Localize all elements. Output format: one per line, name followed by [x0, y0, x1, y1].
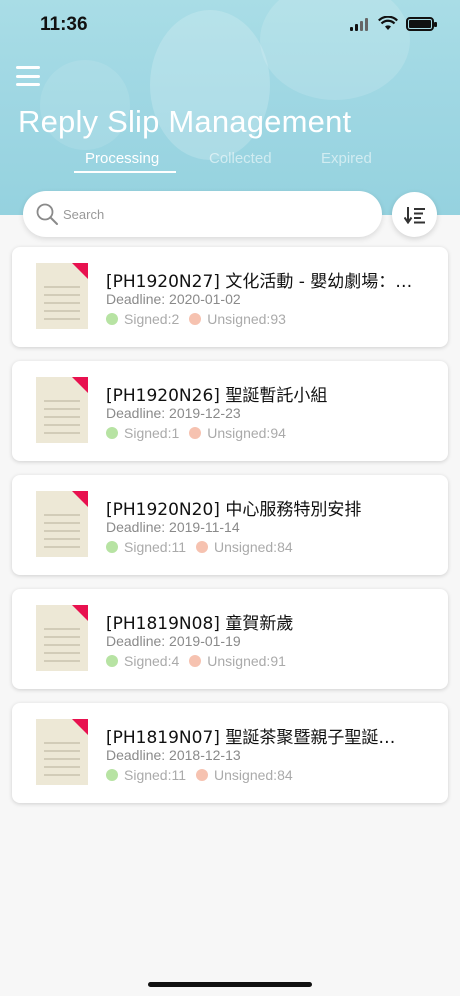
deadline-value: 2019-01-19	[169, 633, 241, 649]
signed-dot-icon	[106, 541, 118, 553]
page-title: Reply Slip Management	[18, 104, 352, 139]
header-banner: 11:36 Reply Slip Management Processing C…	[0, 0, 460, 215]
tab-expired[interactable]: Expired	[321, 150, 372, 167]
reply-slip-card[interactable]: [PH1920N26] 聖誕暫託小組 Deadline: 2019-12-23 …	[12, 361, 448, 461]
menu-button[interactable]	[16, 66, 40, 86]
signed-count: 2	[171, 311, 180, 327]
signed-count: 1	[171, 425, 180, 441]
deadline-value: 2019-11-14	[169, 519, 240, 535]
signed-label: Signed:	[124, 539, 172, 555]
sort-icon	[403, 206, 425, 224]
search-bar[interactable]	[23, 191, 382, 237]
unsigned-label: Unsigned:	[214, 539, 278, 555]
signed-dot-icon	[106, 655, 118, 667]
unsigned-dot-icon	[196, 541, 209, 553]
deadline-row: Deadline: 2019-01-19	[106, 633, 241, 649]
unsigned-dot-icon	[189, 427, 202, 439]
menu-line	[16, 66, 40, 69]
unsigned-label: Unsigned:	[207, 653, 271, 669]
unsigned-label: Unsigned:	[207, 425, 271, 441]
deadline-value: 2020-01-02	[169, 291, 241, 307]
signed-count: 4	[171, 653, 180, 669]
document-icon	[36, 491, 88, 557]
deadline-row: Deadline: 2019-12-23	[106, 405, 241, 421]
counts-row: Signed: 1 Unsigned: 94	[106, 425, 286, 441]
deadline-row: Deadline: 2018-12-13	[106, 747, 241, 763]
deadline-label: Deadline:	[106, 405, 170, 421]
signed-label: Signed:	[124, 653, 172, 669]
reply-slip-title: [PH1920N27] 文化活動 - 嬰幼劇場：小小…	[106, 272, 428, 292]
unsigned-dot-icon	[189, 655, 202, 667]
deadline-label: Deadline:	[106, 633, 170, 649]
deadline-row: Deadline: 2020-01-02	[106, 291, 241, 307]
sort-button[interactable]	[392, 192, 437, 237]
reply-slip-title: [PH1920N26] 聖誕暫託小組	[106, 386, 328, 406]
unsigned-label: Unsigned:	[207, 311, 271, 327]
tab-collected[interactable]: Collected	[209, 150, 272, 167]
deadline-label: Deadline:	[106, 519, 170, 535]
document-icon	[36, 719, 88, 785]
header-photo-shape	[260, 0, 410, 100]
status-icons	[350, 16, 437, 31]
reply-slip-title: [PH1819N08] 童賀新歲	[106, 614, 294, 634]
signal-icon	[350, 17, 368, 31]
signed-count: 11	[171, 539, 187, 555]
home-indicator[interactable]	[148, 982, 312, 987]
menu-line	[16, 74, 40, 78]
counts-row: Signed: 4 Unsigned: 91	[106, 653, 286, 669]
unsigned-count: 94	[270, 425, 286, 441]
reply-slip-title: [PH1819N07] 聖誕茶聚暨親子聖誕…	[106, 728, 396, 748]
unsigned-count: 93	[270, 311, 286, 327]
unsigned-count: 84	[277, 539, 293, 555]
document-icon	[36, 263, 88, 329]
document-icon	[36, 605, 88, 671]
deadline-value: 2019-12-23	[169, 405, 241, 421]
menu-line	[16, 83, 40, 86]
reply-slip-list: [PH1920N27] 文化活動 - 嬰幼劇場：小小… Deadline: 20…	[12, 247, 448, 817]
search-icon	[36, 203, 58, 225]
active-tab-indicator	[74, 171, 176, 173]
tab-processing[interactable]: Processing	[85, 150, 159, 167]
signed-label: Signed:	[124, 767, 172, 783]
unsigned-label: Unsigned:	[214, 767, 278, 783]
signed-label: Signed:	[124, 311, 172, 327]
battery-icon	[406, 16, 437, 31]
reply-slip-card[interactable]: [PH1920N20] 中心服務特別安排 Deadline: 2019-11-1…	[12, 475, 448, 575]
counts-row: Signed: 11 Unsigned: 84	[106, 767, 293, 783]
deadline-label: Deadline:	[106, 291, 170, 307]
signed-label: Signed:	[124, 425, 172, 441]
signed-dot-icon	[106, 769, 118, 781]
counts-row: Signed: 2 Unsigned: 93	[106, 311, 286, 327]
unsigned-dot-icon	[196, 769, 209, 781]
document-icon	[36, 377, 88, 443]
signed-count: 11	[171, 767, 187, 783]
unsigned-dot-icon	[189, 313, 202, 325]
wifi-icon	[378, 16, 398, 30]
deadline-value: 2018-12-13	[169, 747, 241, 763]
deadline-row: Deadline: 2019-11-14	[106, 519, 240, 535]
signed-dot-icon	[106, 427, 118, 439]
unsigned-count: 84	[277, 767, 293, 783]
signed-dot-icon	[106, 313, 118, 325]
unsigned-count: 91	[270, 653, 286, 669]
search-input[interactable]	[63, 206, 363, 222]
deadline-label: Deadline:	[106, 747, 170, 763]
reply-slip-card[interactable]: [PH1819N07] 聖誕茶聚暨親子聖誕… Deadline: 2018-12…	[12, 703, 448, 803]
tab-bar: Processing Collected Expired	[0, 150, 460, 176]
status-time: 11:36	[40, 14, 88, 35]
reply-slip-title: [PH1920N20] 中心服務特別安排	[106, 500, 362, 520]
reply-slip-card[interactable]: [PH1920N27] 文化活動 - 嬰幼劇場：小小… Deadline: 20…	[12, 247, 448, 347]
reply-slip-card[interactable]: [PH1819N08] 童賀新歲 Deadline: 2019-01-19 Si…	[12, 589, 448, 689]
counts-row: Signed: 11 Unsigned: 84	[106, 539, 293, 555]
